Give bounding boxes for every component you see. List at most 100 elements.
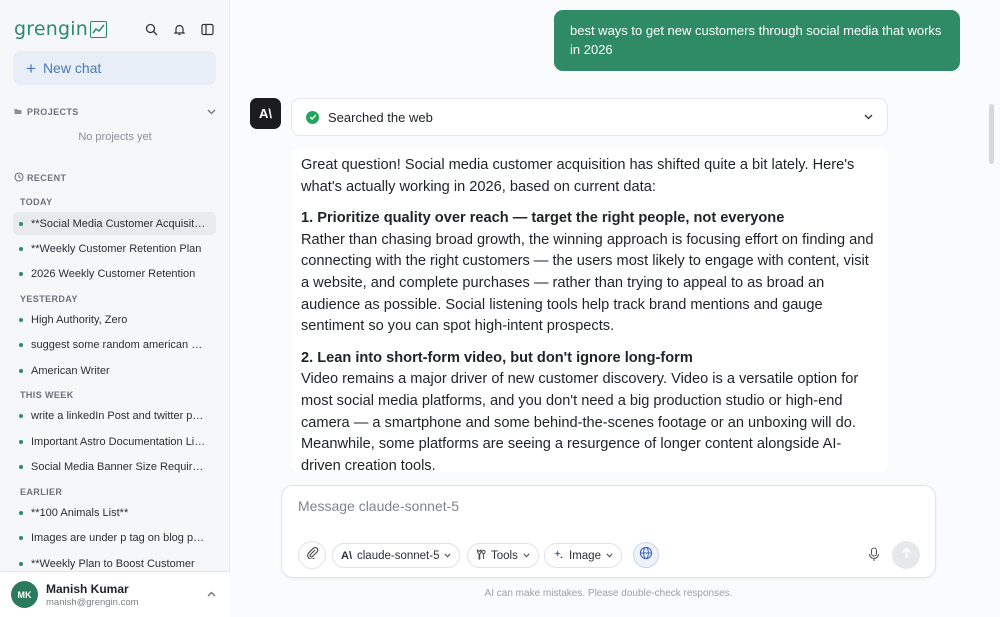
new-chat-label: New chat: [42, 60, 102, 76]
recent-label: RECENT: [27, 173, 67, 183]
folder-icon: [14, 107, 22, 117]
chat-item[interactable]: Images are under p tag on blog posts: [13, 526, 216, 549]
tools-label: Tools: [491, 549, 518, 562]
globe-icon: [639, 546, 653, 565]
send-button[interactable]: [892, 541, 920, 569]
response-point: 2. Lean into short-form video, but don't…: [301, 348, 878, 472]
chat-item[interactable]: American Writer: [13, 359, 216, 382]
sidebar-header: grengin: [14, 16, 216, 42]
logo[interactable]: grengin: [14, 18, 107, 40]
group-label-yesterday: YESTERDAY: [20, 294, 78, 304]
chat-dot-icon: [19, 317, 23, 322]
user-card[interactable]: MK Manish Kumar manish@grengin.com: [0, 571, 230, 617]
response-point: 1. Prioritize quality over reach — targe…: [301, 208, 878, 338]
chevron-down-icon: [523, 551, 530, 560]
chat-dot-icon: [19, 271, 23, 276]
chat-item-title: 2026 Weekly Customer Retention: [31, 267, 196, 280]
chat-dot-icon: [19, 535, 23, 540]
check-icon: [306, 110, 319, 124]
chat-dot-icon: [19, 413, 23, 418]
chat-item-title: Social Media Banner Size Requirements: [31, 460, 206, 473]
chart-logo-icon: [89, 20, 107, 38]
model-selector[interactable]: A\ claude-sonnet-5: [332, 543, 461, 568]
paperclip-icon: [306, 546, 319, 564]
model-label: claude-sonnet-5: [357, 549, 440, 562]
chat-item[interactable]: suggest some random american names: [13, 333, 216, 356]
chat-item-title: Images are under p tag on blog posts: [31, 531, 206, 544]
image-label: Image: [569, 549, 601, 562]
tool-status-label: Searched the web: [328, 109, 433, 125]
logo-text: grengin: [14, 18, 88, 40]
chat-item-title: **Social Media Customer Acquisition: [31, 217, 206, 230]
web-search-toggle[interactable]: [633, 542, 659, 568]
sidebar-toggle-icon[interactable]: [198, 20, 216, 38]
assistant-response: Great question! Social media customer ac…: [291, 148, 888, 472]
recent-header: RECENT: [14, 171, 216, 185]
chevron-up-icon[interactable]: [207, 589, 216, 600]
sidebar: grengin + New chat PROJECTS No projects …: [0, 0, 230, 617]
chevron-down-icon: [444, 551, 452, 560]
response-point-body: Rather than chasing broad growth, the wi…: [301, 231, 874, 335]
response-point-heading: 2. Lean into short-form video, but don't…: [301, 349, 693, 366]
clock-icon: [14, 172, 24, 184]
image-button[interactable]: Image: [544, 543, 622, 568]
chat-item[interactable]: **Weekly Customer Retention Plan: [13, 237, 216, 260]
chat-dot-icon: [19, 510, 23, 515]
sparkle-icon: [553, 549, 564, 563]
chat-dot-icon: [19, 561, 23, 566]
tool-status-card[interactable]: Searched the web: [291, 98, 888, 136]
user-message: best ways to get new customers through s…: [554, 10, 960, 71]
search-icon[interactable]: [142, 20, 160, 38]
projects-label: PROJECTS: [27, 107, 79, 117]
chevron-down-icon: [606, 551, 613, 560]
avatar: MK: [11, 581, 38, 608]
chat-item-title: write a linkedIn Post and twitter post: [31, 409, 206, 422]
arrow-up-icon: [901, 546, 912, 564]
group-label-earlier: EARLIER: [20, 487, 63, 497]
chevron-down-icon[interactable]: [864, 112, 873, 123]
response-intro: Great question! Social media customer ac…: [301, 157, 855, 195]
projects-empty-note: No projects yet: [78, 131, 152, 143]
chat-dot-icon: [19, 342, 23, 347]
chevron-down-icon[interactable]: [207, 107, 216, 118]
chat-dot-icon: [19, 368, 23, 373]
chat-item[interactable]: 2026 Weekly Customer Retention: [13, 262, 216, 285]
chat-dot-icon: [19, 439, 23, 444]
group-label-this-week: THIS WEEK: [20, 390, 74, 400]
chat-dot-icon: [19, 464, 23, 469]
chat-item[interactable]: **100 Animals List**: [13, 501, 216, 524]
chat-item[interactable]: Social Media Banner Size Requirements: [13, 455, 216, 478]
group-label-today: TODAY: [20, 197, 53, 207]
chat-item-title: Important Astro Documentation Links: [31, 435, 206, 448]
chat-dot-icon: [19, 246, 23, 251]
chat-item-title: **Weekly Customer Retention Plan: [31, 242, 202, 255]
chat-item-title: suggest some random american names: [31, 338, 206, 351]
chat-item-title: **Weekly Plan to Boost Customer: [31, 557, 195, 570]
assistant-avatar: A\: [250, 98, 281, 129]
tools-icon: [476, 548, 486, 563]
message-input[interactable]: [298, 498, 898, 514]
scrollbar-thumb[interactable]: [989, 104, 994, 164]
microphone-icon[interactable]: [868, 547, 880, 567]
user-email: manish@grengin.com: [46, 596, 139, 608]
projects-header[interactable]: PROJECTS: [14, 105, 216, 119]
chat-item[interactable]: High Authority, Zero: [13, 308, 216, 331]
plus-icon: +: [26, 58, 36, 78]
chat-item[interactable]: **Social Media Customer Acquisition: [13, 212, 216, 235]
response-point-heading: 1. Prioritize quality over reach — targe…: [301, 210, 785, 227]
anthropic-icon: A\: [341, 549, 352, 562]
user-name: Manish Kumar: [46, 581, 129, 596]
tools-button[interactable]: Tools: [467, 543, 539, 568]
chat-item-title: American Writer: [31, 364, 110, 377]
bell-icon[interactable]: [170, 20, 188, 38]
new-chat-button[interactable]: + New chat: [13, 51, 216, 85]
chat-dot-icon: [19, 221, 23, 226]
attach-button[interactable]: [298, 541, 326, 569]
chat-item[interactable]: write a linkedIn Post and twitter post: [13, 404, 216, 427]
disclaimer: AI can make mistakes. Please double-chec…: [484, 588, 733, 599]
message-composer: A\ claude-sonnet-5 Tools Image: [281, 485, 936, 578]
chat-item-title: High Authority, Zero: [31, 313, 128, 326]
response-point-body: Video remains a major driver of new cust…: [301, 371, 859, 472]
chat-item[interactable]: Important Astro Documentation Links: [13, 430, 216, 453]
chat-main: best ways to get new customers through s…: [230, 0, 1000, 617]
